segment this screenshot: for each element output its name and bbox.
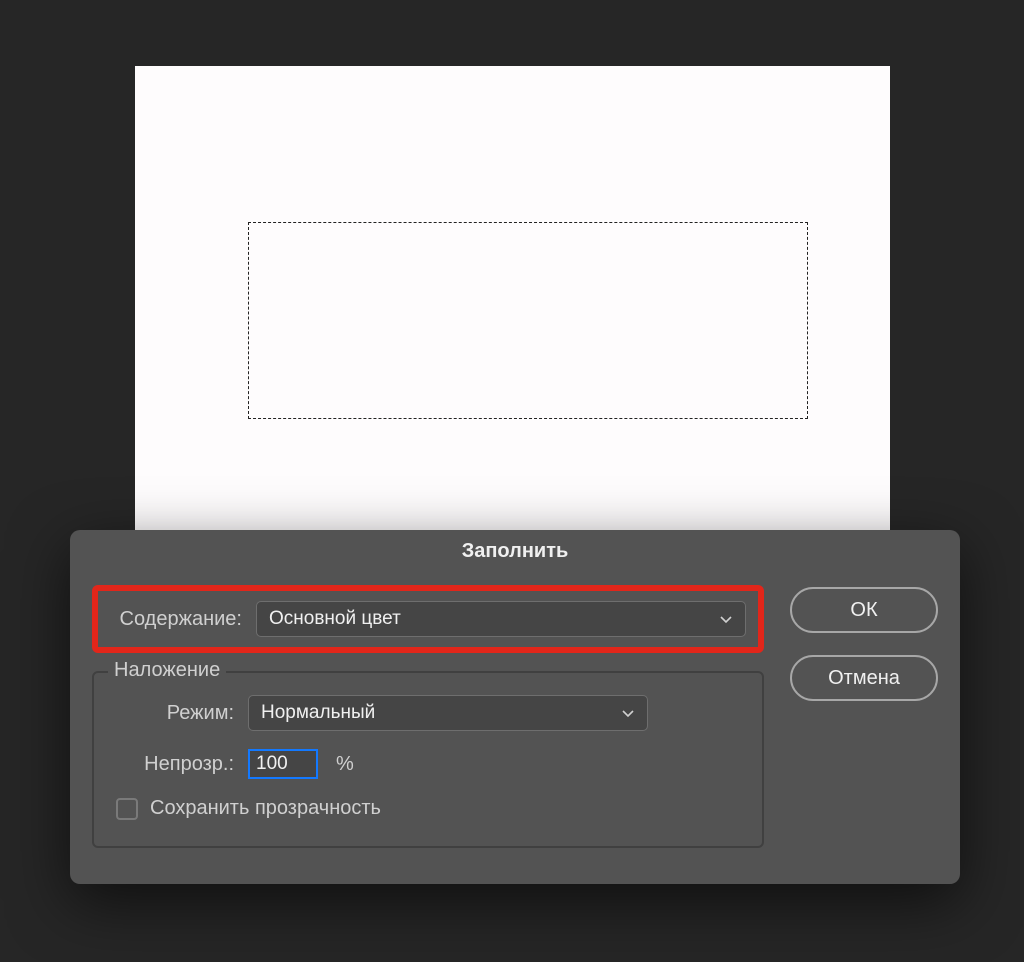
cancel-button[interactable]: Отмена [790, 655, 938, 701]
preserve-transparency-label: Сохранить прозрачность [150, 797, 381, 820]
dialog-body: Содержание: Основной цвет Наложение Режи… [70, 573, 960, 884]
chevron-down-icon [621, 706, 635, 720]
content-label: Содержание: [106, 608, 246, 631]
opacity-label: Непрозр.: [116, 753, 238, 776]
content-dropdown-value: Основной цвет [269, 608, 401, 630]
mode-dropdown[interactable]: Нормальный [248, 695, 648, 731]
chevron-down-icon [719, 612, 733, 626]
dialog-main-column: Содержание: Основной цвет Наложение Режи… [92, 585, 764, 848]
blending-legend: Наложение [108, 659, 226, 682]
cancel-button-label: Отмена [828, 667, 900, 690]
dialog-button-column: ОК Отмена [790, 585, 938, 848]
preserve-transparency-row: Сохранить прозрачность [116, 797, 740, 820]
mode-dropdown-value: Нормальный [261, 702, 375, 724]
opacity-input[interactable] [248, 749, 318, 779]
marquee-selection [248, 222, 808, 419]
content-dropdown[interactable]: Основной цвет [256, 601, 746, 637]
dialog-title: Заполнить [70, 530, 960, 573]
fill-dialog: Заполнить Содержание: Основной цвет Нало… [70, 530, 960, 884]
content-row-highlight: Содержание: Основной цвет [92, 585, 764, 653]
ok-button-label: ОК [850, 599, 877, 622]
blending-fieldset: Наложение Режим: Нормальный Непрозр.: % [92, 671, 764, 848]
mode-label: Режим: [116, 702, 238, 725]
opacity-row: Непрозр.: % [116, 749, 740, 779]
mode-row: Режим: Нормальный [116, 695, 740, 731]
opacity-unit: % [336, 753, 354, 776]
ok-button[interactable]: ОК [790, 587, 938, 633]
preserve-transparency-checkbox[interactable] [116, 798, 138, 820]
